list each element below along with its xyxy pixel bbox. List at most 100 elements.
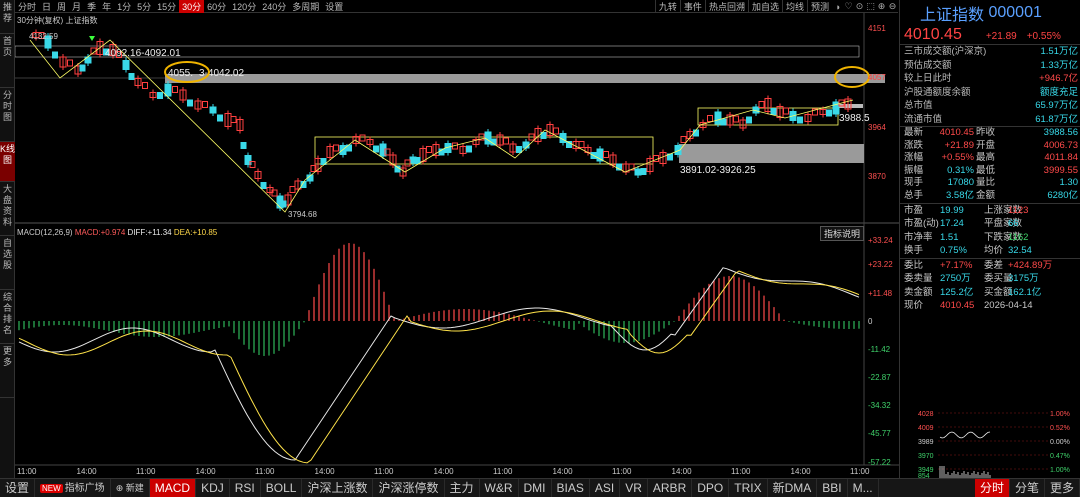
indicator-tab-6[interactable]: BOLL (261, 478, 303, 497)
time-axis-label: 11:00 (612, 467, 632, 476)
time-axis-label: 14:00 (77, 467, 98, 476)
left-tab-2[interactable]: 分时图 (0, 88, 15, 142)
candle (484, 129, 492, 147)
quote-cell: +0.55% (941, 152, 975, 164)
candle (733, 115, 739, 123)
left-tab-bar: 推荐 首页 分时图 K线图 大盘资料 自选股 综合排名 更多 (0, 0, 15, 478)
mini-axis-right-label: 1.00% (1050, 411, 1070, 418)
quote-summary-value: 65.97万亿 (1035, 100, 1078, 111)
candle (509, 141, 517, 155)
quote-cell: +7.17% (940, 259, 973, 271)
quote-cell: 委卖量 (904, 273, 933, 285)
indicator-tab-11[interactable]: DMI (519, 478, 552, 497)
mini-axis-right-label: 0.47% (1050, 453, 1070, 460)
quote-cell: 最低 (976, 164, 996, 176)
indicator-tab-13[interactable]: ASI (590, 478, 621, 497)
quote-tab-0[interactable]: 分时 (974, 478, 1010, 497)
add-icon: ⊕ (115, 482, 126, 493)
candle (646, 155, 654, 175)
macd-axis-label: -45.77 (868, 429, 891, 438)
candle (578, 141, 585, 148)
candle (149, 89, 157, 101)
indicator-tab-5[interactable]: RSI (230, 478, 261, 497)
indicator-tab-10[interactable]: W&R (480, 478, 519, 497)
candle (596, 146, 604, 164)
macd-axis-label: +23.22 (868, 260, 893, 269)
candle (79, 64, 86, 72)
quote-cell: 均价 (984, 245, 1004, 257)
candle (366, 136, 374, 148)
indicator-tab-2[interactable]: ⊕ 新建 (111, 478, 150, 497)
indicator-tab-4[interactable]: KDJ (196, 478, 230, 497)
quote-cell: 涨跌 (904, 139, 924, 151)
quote-cell: 振幅 (904, 164, 924, 176)
candle (142, 82, 148, 89)
indicator-tab-3[interactable]: MACD (149, 478, 197, 497)
price-axis-label: 3964 (868, 123, 886, 132)
quote-cell: 4011.84 (1044, 152, 1078, 164)
quote-tab-1[interactable]: 分笔 (1010, 478, 1045, 497)
indicator-tab-label: 指标广场 (64, 482, 105, 494)
indicator-tab-0[interactable]: 设置 (0, 478, 36, 497)
quote-cell: 市净率 (904, 231, 933, 243)
indicator-tab-19[interactable]: BBI (817, 478, 848, 497)
left-tab-6[interactable]: 综合排名 (0, 290, 15, 344)
left-tab-5[interactable]: 自选股 (0, 236, 15, 290)
time-axis-label: 14:00 (672, 467, 693, 476)
candle (826, 109, 832, 117)
indicator-tab-17[interactable]: TRIX (729, 478, 768, 497)
candle (67, 59, 73, 67)
candle (622, 161, 630, 175)
quote-summary-key: 预估成交额 (904, 59, 952, 71)
candle (640, 168, 647, 175)
candle (746, 116, 752, 124)
quote-panel: 上证指数 000001 4010.45 +21.89 +0.55% 三市成交额(… (899, 0, 1080, 478)
quote-cell: 3.58亿 (946, 189, 974, 201)
quote-tab-2[interactable]: 更多 (1045, 478, 1080, 497)
quote-cell: 3175万 (1008, 273, 1039, 285)
quote-summary-key: 流通市值 (904, 113, 943, 125)
diff-line (18, 267, 860, 461)
candle (516, 146, 522, 153)
quote-summary-value: 61.87万亿 (1035, 113, 1078, 125)
indicator-tab-8[interactable]: 沪深涨停数 (373, 478, 445, 497)
indicator-tab-18[interactable]: 新DMA (768, 478, 818, 497)
time-axis-label: 14:00 (434, 467, 455, 476)
quote-cell: 19.99 (940, 204, 964, 216)
indicator-tab-1[interactable]: NEW 指标广场 (35, 478, 111, 497)
quote-cell: +21.89 (944, 139, 974, 151)
candle (333, 144, 339, 152)
indicator-tab-14[interactable]: VR (620, 478, 648, 497)
time-axis-label: 14:00 (791, 467, 812, 476)
candle (179, 87, 187, 103)
left-tab-3[interactable]: K线图 (0, 142, 15, 182)
left-tab-4[interactable]: 大盘资料 (0, 182, 15, 236)
candle (359, 134, 366, 142)
kline-macd-chart[interactable]: 4132.594092.16-4092.014055. 3-4042.023794… (15, 0, 899, 478)
candle (764, 95, 772, 115)
indicator-tab-12[interactable]: BIAS (552, 478, 590, 497)
candle (280, 200, 287, 208)
left-tab-0[interactable]: 推荐 (0, 0, 15, 34)
indicator-tab-16[interactable]: DPO (692, 478, 730, 497)
mini-intraday-chart[interactable]: 402840093989397039498541.00%0.52%0.00%0.… (900, 410, 1080, 478)
indicator-tab-15[interactable]: ARBR (648, 478, 693, 497)
quote-cell: 2750万 (940, 273, 971, 285)
indicator-tab-20[interactable]: M... (848, 478, 879, 497)
candle (459, 143, 467, 157)
indicator-tab-7[interactable]: 沪深上涨数 (302, 478, 374, 497)
left-tab-1[interactable]: 首页 (0, 34, 15, 88)
candle (224, 110, 232, 130)
left-tab-7[interactable]: 更多 (0, 344, 15, 398)
mini-axis-left-label: 4028 (918, 411, 934, 418)
candle (707, 115, 713, 122)
quote-cell: 最新 (904, 127, 924, 138)
quote-cell: 17080 (947, 177, 974, 189)
candle (603, 151, 609, 158)
quote-cell: 换手 (904, 245, 924, 257)
indicator-help-button[interactable]: 指标说明 (820, 226, 865, 241)
new-badge: NEW (40, 483, 63, 493)
high-marker-label: 4132.59 (29, 32, 58, 41)
indicator-tab-9[interactable]: 主力 (445, 478, 480, 497)
candle (260, 182, 267, 189)
